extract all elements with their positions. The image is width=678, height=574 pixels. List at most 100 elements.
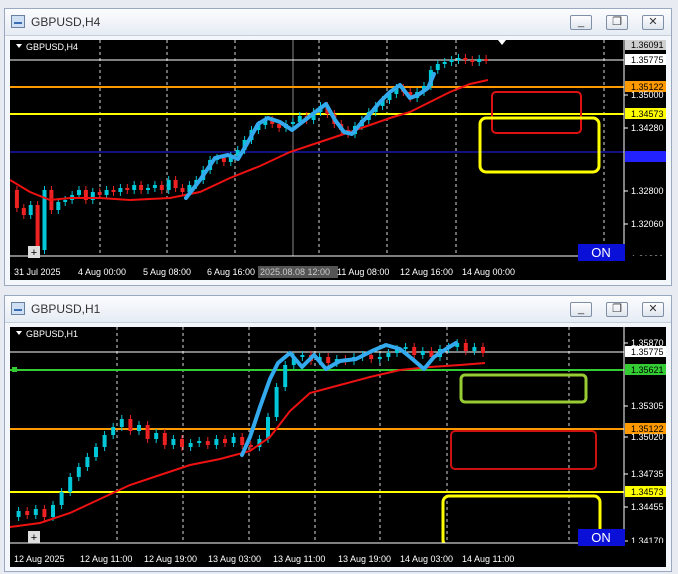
candle-body: [470, 60, 475, 62]
price-label: 1.32800: [631, 186, 664, 196]
dropdown-triangle-icon[interactable]: [16, 331, 22, 335]
time-label: 14 Aug 00:00: [462, 267, 515, 277]
candle-body: [221, 158, 226, 162]
time-label: 11 Aug 08:00: [337, 267, 389, 277]
candle-body: [162, 433, 167, 445]
price-chart[interactable]: 1.35870 1.35775 1.35621 1.35305 1.35122 1.350…: [10, 327, 666, 567]
minimize-button[interactable]: _: [570, 302, 592, 317]
candle-body: [223, 439, 227, 443]
price-label: 1.34573: [631, 487, 664, 497]
candle-body: [28, 205, 33, 215]
candle-body: [132, 185, 137, 190]
candle-body: [139, 185, 144, 190]
candle-body: [56, 202, 61, 210]
candle-body: [472, 347, 477, 351]
candle-body: [214, 439, 219, 445]
candle-body: [102, 435, 107, 447]
chart-window-h1[interactable]: GBPUSD,H1 _ ❐ ✕ 1.35870 1.35775 1.35621 …: [4, 295, 672, 572]
restore-button[interactable]: ❐: [606, 15, 628, 30]
price-label: 1.35020: [631, 432, 664, 442]
yellow-zone-box[interactable]: [441, 494, 602, 548]
level-handle-icon[interactable]: [12, 367, 17, 372]
price-axis: 1.358701.357751.356211.353051.351221.350…: [623, 327, 666, 546]
candle-body: [128, 419, 133, 431]
candle-body: [118, 188, 123, 192]
price-label: 1.34455: [631, 502, 664, 512]
price-chart-canvas[interactable]: 1.358701.357751.356211.353051.351221.350…: [10, 327, 666, 567]
minimize-button[interactable]: _: [570, 15, 592, 30]
candle-body: [63, 200, 68, 202]
drawn-trend-line[interactable]: [240, 341, 458, 457]
time-axis: 31 Jul 2025 4 Aug 00:00 5 Aug 08:00 6 Aug 1…: [14, 266, 515, 278]
time-label: 13 Aug 03:00: [208, 554, 261, 564]
plus-icon-glyph: +: [31, 247, 37, 259]
time-label: 12 Aug 19:00: [144, 554, 197, 564]
candle-body: [290, 122, 295, 124]
time-label: 12 Aug 16:00: [400, 267, 453, 277]
candle-body: [442, 62, 447, 64]
price-axis: 1.360911.357751.351221.350001.345731.342…: [623, 40, 666, 264]
candle-body: [412, 347, 417, 355]
candle-body: [484, 59, 489, 61]
time-label: 4 Aug 00:00: [78, 267, 126, 277]
chart-shift-marker-icon[interactable]: [498, 40, 506, 45]
candle-body: [145, 425, 150, 439]
candle-body: [481, 347, 485, 353]
candle-body: [463, 343, 468, 351]
candle-body: [119, 419, 124, 427]
price-label: 1.34280: [631, 123, 664, 133]
candle-body: [386, 353, 391, 357]
price-label: 1.35305: [631, 401, 664, 411]
candle-body: [240, 437, 245, 445]
close-button[interactable]: ✕: [642, 15, 664, 30]
grid-lines: [99, 40, 605, 256]
chart-window-icon: [11, 302, 25, 315]
price-chart[interactable]: 1.36091 1.35775 1.35122 1.35000 1.34573 1.342…: [10, 40, 666, 280]
plus-icon-glyph: +: [31, 532, 37, 544]
time-label: 31 Jul 2025: [14, 267, 61, 277]
candle-body: [274, 387, 279, 417]
candle-body: [68, 477, 73, 492]
candle-body: [420, 351, 425, 355]
candle-body: [94, 447, 98, 457]
candle-body: [159, 185, 164, 190]
red-zone-box[interactable]: [450, 430, 597, 470]
titlebar[interactable]: GBPUSD,H4 _ ❐ ✕: [5, 9, 671, 36]
candle-body: [125, 188, 130, 190]
price-label: 1.33520: [631, 152, 664, 162]
candle-body: [111, 427, 116, 435]
chart-window-h4[interactable]: GBPUSD,H4 _ ❐ ✕ 1.36091 1.35775 1.35122 …: [4, 8, 672, 286]
price-label: 1.32060: [631, 219, 664, 229]
price-label: 1.35775: [631, 347, 664, 357]
price-label: 1.35621: [631, 365, 664, 375]
candle-body: [97, 192, 102, 195]
candle-body: [171, 439, 176, 445]
titlebar[interactable]: GBPUSD,H1 _ ❐ ✕: [5, 296, 671, 323]
candle-body: [137, 425, 141, 431]
time-label: 14 Aug 03:00: [400, 554, 453, 564]
close-button[interactable]: ✕: [642, 302, 664, 317]
candle-body: [42, 509, 47, 517]
candle-body: [300, 355, 305, 357]
price-label: 1.35775: [631, 55, 664, 65]
chart-window-icon: [11, 15, 25, 28]
price-label: 1.34735: [631, 469, 664, 479]
candle-body: [369, 355, 374, 359]
candle-body: [205, 441, 210, 445]
candle-body: [449, 60, 454, 62]
on-button-label[interactable]: ON: [591, 245, 611, 260]
green-zone-box[interactable]: [459, 373, 588, 404]
on-button-label[interactable]: ON: [591, 530, 611, 545]
candle-body: [248, 445, 253, 447]
price-chart-canvas[interactable]: 1.360911.357751.351221.350001.345731.342…: [10, 40, 666, 280]
price-label: 1.36091: [631, 40, 664, 50]
candle-body: [188, 443, 193, 447]
time-label: 6 Aug 16:00: [207, 267, 255, 277]
dropdown-triangle-icon[interactable]: [16, 44, 22, 48]
candle-body: [111, 190, 116, 192]
red-zone-box[interactable]: [491, 91, 582, 134]
chart-symbol-label: GBPUSD,H4: [26, 42, 78, 52]
candle-body: [25, 511, 30, 515]
candle-body: [231, 437, 236, 443]
restore-button[interactable]: ❐: [606, 302, 628, 317]
